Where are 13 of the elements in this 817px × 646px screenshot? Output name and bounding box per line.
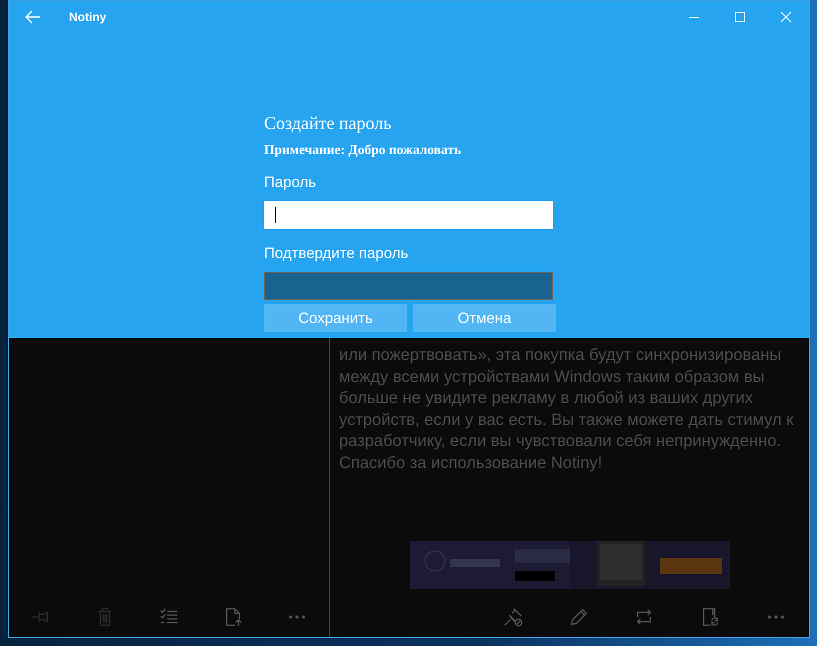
maximize-icon[interactable] xyxy=(734,11,746,23)
save-button[interactable]: Сохранить xyxy=(264,304,407,332)
dialog-note: Примечание: Добро пожаловать xyxy=(264,142,462,158)
pin-off-icon[interactable] xyxy=(502,606,524,628)
dialog-title: Создайте пароль xyxy=(264,113,392,134)
password-field[interactable] xyxy=(264,272,553,300)
cancel-button[interactable]: Отмена xyxy=(413,304,556,332)
back-icon[interactable] xyxy=(25,10,41,24)
close-icon[interactable] xyxy=(780,11,792,23)
field-label: Пароль xyxy=(264,174,316,191)
note-text: или пожертвовать», эта покупка будут синхронизированы между всеми устройствами Windows таким образом вы больше не увидите рекламу в любой из ваших других устройств, если у вас есть. Вы также можете дать стимул к разработчику, если вы чувствовали себя непринужденно. Спасибо за использование Notiny! xyxy=(339,345,794,474)
window-title: Notiny xyxy=(69,10,106,24)
field-label: Подтвердите пароль xyxy=(264,245,408,262)
